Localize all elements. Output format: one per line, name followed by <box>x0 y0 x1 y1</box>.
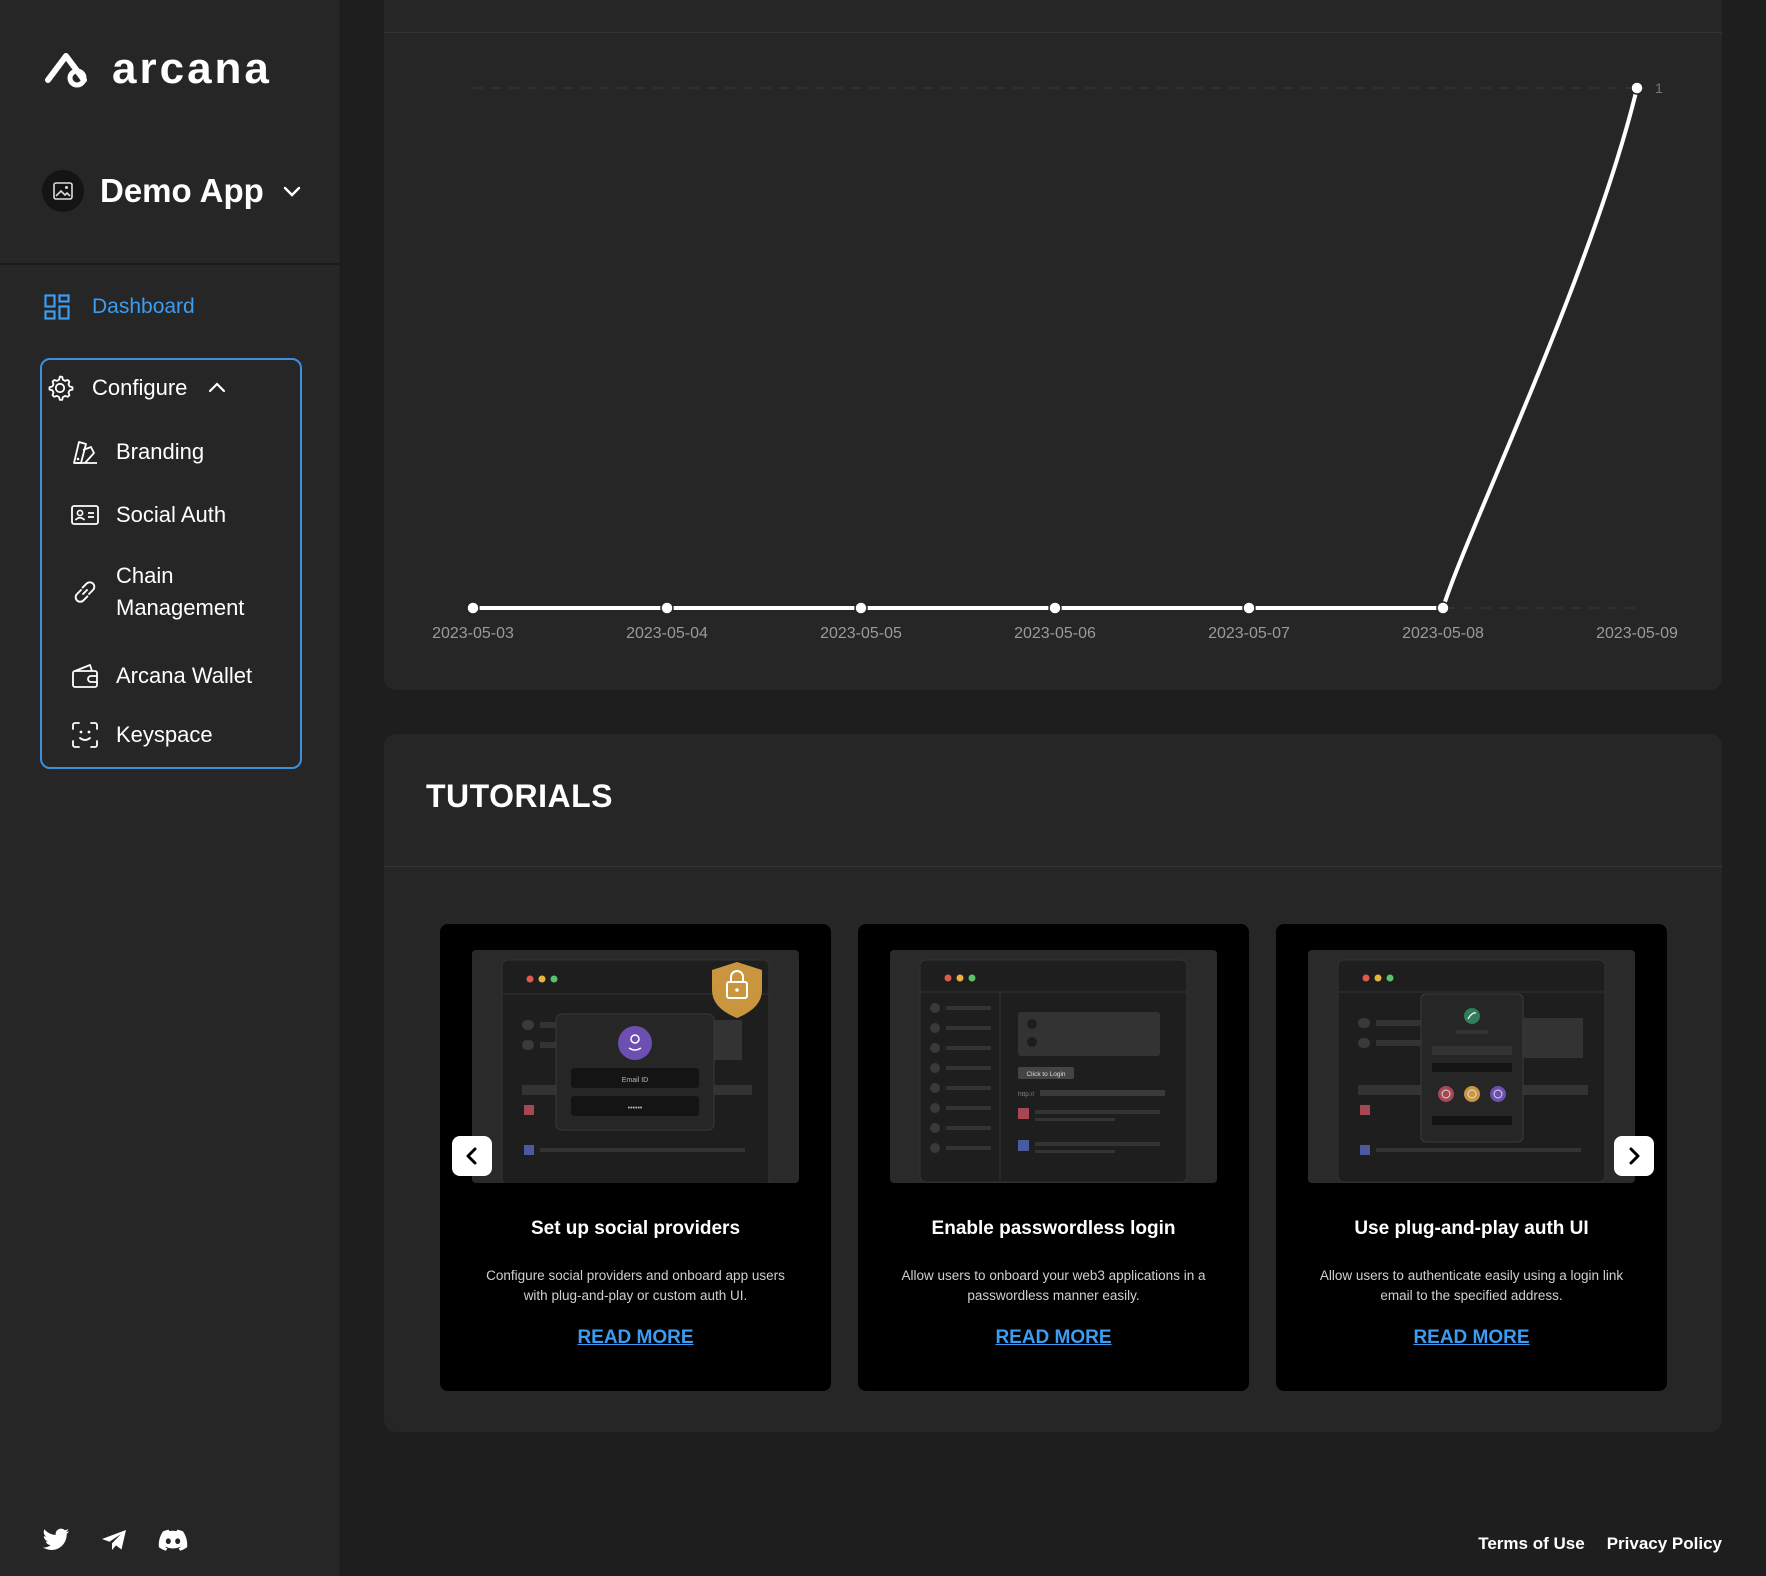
sidebar-item-dashboard[interactable]: Dashboard <box>44 294 195 320</box>
social-providers-illustration: Email ID •••••• <box>501 959 770 1183</box>
tutorial-description: Configure social providers and onboard a… <box>476 1266 795 1306</box>
plug-and-play-illustration <box>1337 959 1606 1183</box>
passwordless-illustration: Click to Login http:// <box>919 959 1188 1183</box>
sidebar-item-configure[interactable]: Configure <box>46 374 227 402</box>
x-tick-label: 2023-05-09 <box>1596 625 1678 642</box>
tutorial-thumbnail: Click to Login http:// <box>890 950 1217 1183</box>
tutorial-thumbnail: Email ID •••••• <box>472 950 799 1183</box>
branding-icon <box>73 441 97 464</box>
tutorial-description: Allow users to authenticate easily using… <box>1312 1266 1631 1306</box>
footer-links: Terms of Use Privacy Policy <box>1478 1534 1722 1554</box>
carousel-prev-button[interactable] <box>452 1136 492 1176</box>
tutorial-title: Set up social providers <box>530 1218 741 1239</box>
app-name: Demo App <box>100 172 264 209</box>
x-tick-label: 2023-05-04 <box>626 625 708 642</box>
description-line: with plug-and-play or custom auth UI. <box>523 1288 748 1303</box>
max-value-label: 1 <box>1655 80 1663 96</box>
x-tick-label: 2023-05-06 <box>1014 625 1096 642</box>
thumb-password-label: •••••• <box>628 1105 643 1112</box>
series-line <box>471 86 1639 610</box>
x-tick-label: 2023-05-07 <box>1208 625 1290 642</box>
configure-group: Configure Branding Social Auth Chain Man… <box>40 358 302 769</box>
description-line: email to the specified address. <box>1380 1288 1563 1303</box>
arcana-logo-icon <box>45 53 87 88</box>
chevron-down-icon[interactable] <box>282 184 302 198</box>
sidebar-item-branding[interactable]: Branding <box>70 438 204 466</box>
thumb-email-label: Email ID <box>622 1077 648 1084</box>
section-title: TUTORIALS <box>426 778 614 814</box>
sidebar-item-label: Dashboard <box>92 295 195 318</box>
description-line: Allow users to onboard your web3 applica… <box>901 1268 1206 1283</box>
data-point[interactable] <box>466 601 480 615</box>
sidebar-item-arcana-wallet[interactable]: Arcana Wallet <box>70 662 252 690</box>
sidebar-item-label: Chain Management <box>116 563 245 620</box>
app-switcher[interactable]: Demo App <box>42 170 302 212</box>
sidebar-item-keyspace[interactable]: Keyspace <box>70 720 213 750</box>
privacy-policy-link[interactable]: Privacy Policy <box>1607 1534 1722 1554</box>
tutorial-card-passwordless-login: Click to Login http:// Enable passwordle… <box>858 924 1249 1391</box>
carousel-next-button[interactable] <box>1614 1136 1654 1176</box>
telegram-icon[interactable] <box>100 1528 128 1552</box>
x-tick-label: 2023-05-03 <box>432 625 514 642</box>
tutorial-title: Enable passwordless login <box>931 1218 1176 1239</box>
read-more-link[interactable]: READ MORE <box>440 1327 831 1349</box>
discord-icon[interactable] <box>158 1528 188 1552</box>
link-icon <box>74 581 96 603</box>
tutorials-section: TUTORIALS Email ID •••••• Set up social … <box>384 734 1722 1432</box>
description-line: Configure social providers and onboard a… <box>486 1268 785 1283</box>
data-point[interactable] <box>1048 601 1062 615</box>
data-point[interactable] <box>660 601 674 615</box>
thumb-url-label: http:// <box>1018 1091 1034 1098</box>
dashboard-icon <box>44 294 70 320</box>
brand-logo[interactable]: arcana <box>42 44 272 94</box>
app-root: arcana Demo App Dashboard Configure Bran… <box>0 0 1766 1576</box>
sidebar-item-label: Social Auth <box>116 502 227 527</box>
wallet-icon <box>72 664 98 688</box>
data-point[interactable] <box>854 601 868 615</box>
read-more-link[interactable]: READ MORE <box>1276 1327 1667 1349</box>
sidebar-item-label: Branding <box>116 439 205 464</box>
app-avatar <box>42 170 84 212</box>
data-point[interactable] <box>1436 601 1450 615</box>
terms-of-use-link[interactable]: Terms of Use <box>1478 1534 1584 1554</box>
sidebar-item-label: Configure <box>92 375 188 400</box>
sidebar-item-label: Arcana Wallet <box>116 663 253 688</box>
sidebar-item-chain-management[interactable]: Chain Management <box>70 560 266 624</box>
twitter-icon[interactable] <box>42 1528 70 1552</box>
gear-icon <box>48 375 74 401</box>
activity-line-chart: 2023-05-03 2023-05-04 2023-05-05 2023-05-06… <box>432 80 1678 642</box>
sidebar-item-social-auth[interactable]: Social Auth <box>70 502 226 528</box>
thumb-login-button-label: Click to Login <box>1026 1071 1065 1078</box>
brand-name: arcana <box>112 44 272 93</box>
sidebar-item-label: Keyspace <box>116 722 213 747</box>
section-divider <box>384 866 1722 867</box>
chevron-up-icon <box>209 382 226 393</box>
tutorial-description: Allow users to onboard your web3 applica… <box>894 1266 1213 1306</box>
face-scan-icon <box>72 722 98 748</box>
x-tick-label: 2023-05-08 <box>1402 625 1484 642</box>
id-card-icon <box>71 505 99 525</box>
data-point[interactable] <box>1630 81 1644 95</box>
chevron-left-icon <box>466 1147 477 1165</box>
description-line: Allow users to authenticate easily using… <box>1319 1268 1624 1283</box>
chevron-right-icon <box>1629 1147 1640 1165</box>
read-more-link[interactable]: READ MORE <box>858 1327 1249 1349</box>
social-links <box>42 1528 188 1552</box>
data-point[interactable] <box>1242 601 1256 615</box>
sidebar: arcana Demo App Dashboard Configure Bran… <box>0 0 342 1576</box>
tutorial-title: Use plug-and-play auth UI <box>1354 1218 1589 1239</box>
image-icon <box>53 182 73 200</box>
tutorial-card-plug-and-play: Use plug-and-play auth UI Allow users to… <box>1276 924 1667 1391</box>
tutorial-card-social-providers: Email ID •••••• Set up social providers … <box>440 924 831 1391</box>
activity-chart-card: 2023-05-03 2023-05-04 2023-05-05 2023-05-06… <box>384 0 1722 690</box>
description-line: passwordless manner easily. <box>967 1288 1140 1303</box>
x-tick-label: 2023-05-05 <box>820 625 902 642</box>
tutorial-thumbnail <box>1308 950 1635 1183</box>
sidebar-divider <box>0 263 342 265</box>
